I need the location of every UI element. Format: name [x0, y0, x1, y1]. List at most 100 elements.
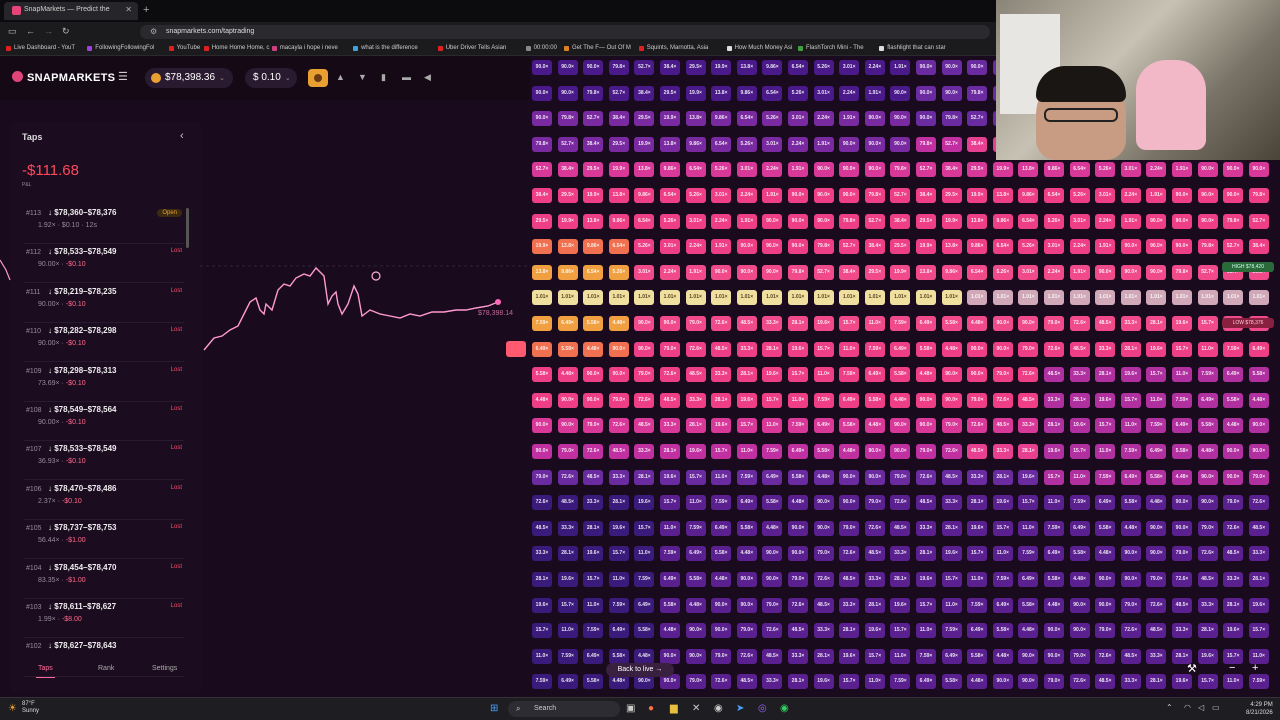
tap-cell[interactable]: 1.91× [839, 111, 860, 127]
tap-cell[interactable]: 90.0× [1018, 674, 1039, 690]
tap-cell[interactable]: 9.86× [583, 239, 604, 255]
tap-cell[interactable]: 90.0× [736, 597, 757, 613]
tap-cell[interactable]: 29.5× [967, 162, 988, 178]
tap-cell[interactable]: 15.7× [1197, 316, 1218, 331]
tap-cell[interactable]: 15.7× [813, 341, 834, 357]
tap-cell[interactable]: 48.5× [532, 520, 552, 536]
tap-cell[interactable]: 28.1× [1248, 572, 1269, 587]
tap-cell[interactable]: 48.5× [685, 367, 706, 383]
tap-cell[interactable]: 33.3× [1095, 341, 1116, 357]
tap-cell[interactable]: 48.5× [1172, 597, 1192, 613]
tap-cell[interactable]: 72.6× [941, 444, 962, 459]
tap-cell[interactable]: 79.0× [916, 444, 936, 459]
tap-cell[interactable]: 90.0× [890, 418, 911, 434]
bookmark-item[interactable]: How Much Money Asi [726, 45, 792, 51]
tap-cell[interactable]: 90.0× [813, 162, 834, 178]
tap-cell[interactable]: 52.7× [967, 111, 988, 127]
tap-cell[interactable]: 13.8× [583, 213, 604, 229]
tap-cell[interactable]: 79.0× [1018, 341, 1039, 357]
tap-cell[interactable]: 4.48× [864, 418, 885, 434]
tap-cell[interactable]: 90.0× [1197, 213, 1218, 229]
tap-cell[interactable]: 7.59× [788, 418, 808, 434]
tap-cell[interactable]: 72.6× [1044, 341, 1064, 357]
tap-cell[interactable]: 6.49× [762, 469, 783, 485]
tap-cell[interactable]: 19.6× [583, 546, 604, 562]
sidebar-toggle-icon[interactable]: ▭ [8, 26, 17, 37]
tap-cell[interactable]: 6.49× [967, 623, 988, 639]
zoom-out-icon[interactable]: − [1229, 662, 1235, 674]
tap-cell[interactable]: 72.6× [839, 546, 860, 562]
tap-cell[interactable]: 11.0× [1146, 392, 1167, 408]
tap-cell[interactable]: 19.6× [557, 572, 578, 587]
tap-cell[interactable]: 15.7× [1095, 418, 1116, 434]
tap-cell[interactable]: 4.48× [1146, 495, 1167, 511]
tap-cell[interactable]: 3.01× [711, 188, 732, 203]
tap-cell[interactable]: 7.59× [1146, 418, 1167, 434]
tap-cell[interactable]: 90.0× [1197, 188, 1218, 203]
tap-cell[interactable]: 7.59× [660, 546, 680, 562]
tap-cell[interactable]: 7.59× [941, 623, 962, 639]
tap-cell[interactable]: 5.58× [1248, 367, 1269, 383]
tap-cell[interactable]: 7.59× [864, 341, 885, 357]
tap-cell[interactable]: 3.01× [634, 264, 655, 280]
tap-cell[interactable]: 28.1× [711, 392, 732, 408]
tap-cell[interactable]: 38.4× [916, 188, 936, 203]
tap-cell[interactable]: 1.01× [1018, 290, 1039, 306]
tap-cell[interactable]: 4.48× [634, 648, 655, 664]
tap-cell[interactable]: 90.0× [992, 316, 1013, 331]
tap-cell[interactable]: 7.59× [1120, 444, 1141, 459]
tap-cell[interactable]: 5.58× [992, 623, 1013, 639]
tap-cell[interactable]: 3.01× [1044, 239, 1064, 255]
tap-cell[interactable]: 5.58× [583, 316, 604, 331]
tap-cell[interactable]: 72.6× [1095, 648, 1116, 664]
tap-cell[interactable]: 48.5× [762, 648, 783, 664]
tap-cell[interactable]: 19.6× [711, 418, 732, 434]
tap-cell[interactable]: 19.6× [1223, 623, 1244, 639]
tap-cell[interactable]: 48.5× [813, 597, 834, 613]
tap-cell[interactable]: 7.59× [967, 597, 988, 613]
tap-cell[interactable]: 72.6× [1197, 546, 1218, 562]
tap-cell[interactable]: 79.0× [788, 572, 808, 587]
scrollbar[interactable] [186, 208, 189, 248]
tap-cell[interactable]: 28.1× [967, 495, 988, 511]
tap-cell[interactable]: 48.5× [634, 418, 655, 434]
tap-cell[interactable]: 90.0× [813, 495, 834, 511]
tap-cell[interactable]: 79.0× [1120, 597, 1141, 613]
tap-cell[interactable]: 48.5× [736, 316, 757, 331]
tap-cell[interactable]: 5.58× [1120, 495, 1141, 511]
tap-cell[interactable]: 19.9× [532, 239, 552, 255]
tap-cell[interactable]: 90.0× [1146, 520, 1167, 536]
tap-cell[interactable]: 9.86× [557, 264, 578, 280]
tap-cell[interactable]: 79.0× [685, 316, 706, 331]
tap-cell[interactable]: 6.54× [685, 162, 706, 178]
tap-cell[interactable]: 72.6× [1069, 316, 1090, 331]
tap-cell[interactable]: 15.7× [1069, 444, 1090, 459]
tap-cell[interactable]: 79.8× [916, 136, 936, 152]
tap-cell[interactable]: 90.0× [1095, 264, 1116, 280]
tap-cell[interactable]: 38.4× [890, 213, 911, 229]
bar-icon[interactable]: ▮ [381, 72, 386, 83]
tap-cell[interactable]: 3.01× [788, 111, 808, 127]
tap-cell[interactable]: 4.48× [941, 341, 962, 357]
menu-icon[interactable]: ☰ [118, 70, 128, 83]
tap-cell[interactable]: 33.3× [1146, 648, 1167, 664]
tap-cell[interactable]: 90.0× [1095, 572, 1116, 587]
tap-cell[interactable]: 15.7× [864, 648, 885, 664]
tap-cell[interactable]: 13.8× [634, 162, 655, 178]
obs-icon[interactable]: ◉ [714, 703, 723, 714]
tap-cell[interactable]: 1.01× [660, 290, 680, 306]
tap-cell[interactable]: 33.3× [1018, 418, 1039, 434]
tap-cell[interactable]: 1.01× [711, 290, 732, 306]
tap-cell[interactable]: 72.6× [1120, 623, 1141, 639]
tap-cell[interactable]: 15.7× [1146, 367, 1167, 383]
tap-cell[interactable]: 3.01× [1120, 162, 1141, 178]
tap-cell[interactable]: 33.3× [916, 520, 936, 536]
tap-cell[interactable]: 79.0× [685, 674, 706, 690]
tap-cell[interactable]: 52.7× [583, 111, 604, 127]
tap-cell[interactable]: 4.48× [1197, 444, 1218, 459]
tap-cell[interactable]: 90.0× [788, 213, 808, 229]
tap-cell[interactable]: 1.91× [1120, 213, 1141, 229]
tap-cell[interactable]: 90.0× [864, 444, 885, 459]
tap-cell[interactable]: 48.5× [992, 418, 1013, 434]
tap-cell[interactable]: 90.0× [1146, 213, 1167, 229]
